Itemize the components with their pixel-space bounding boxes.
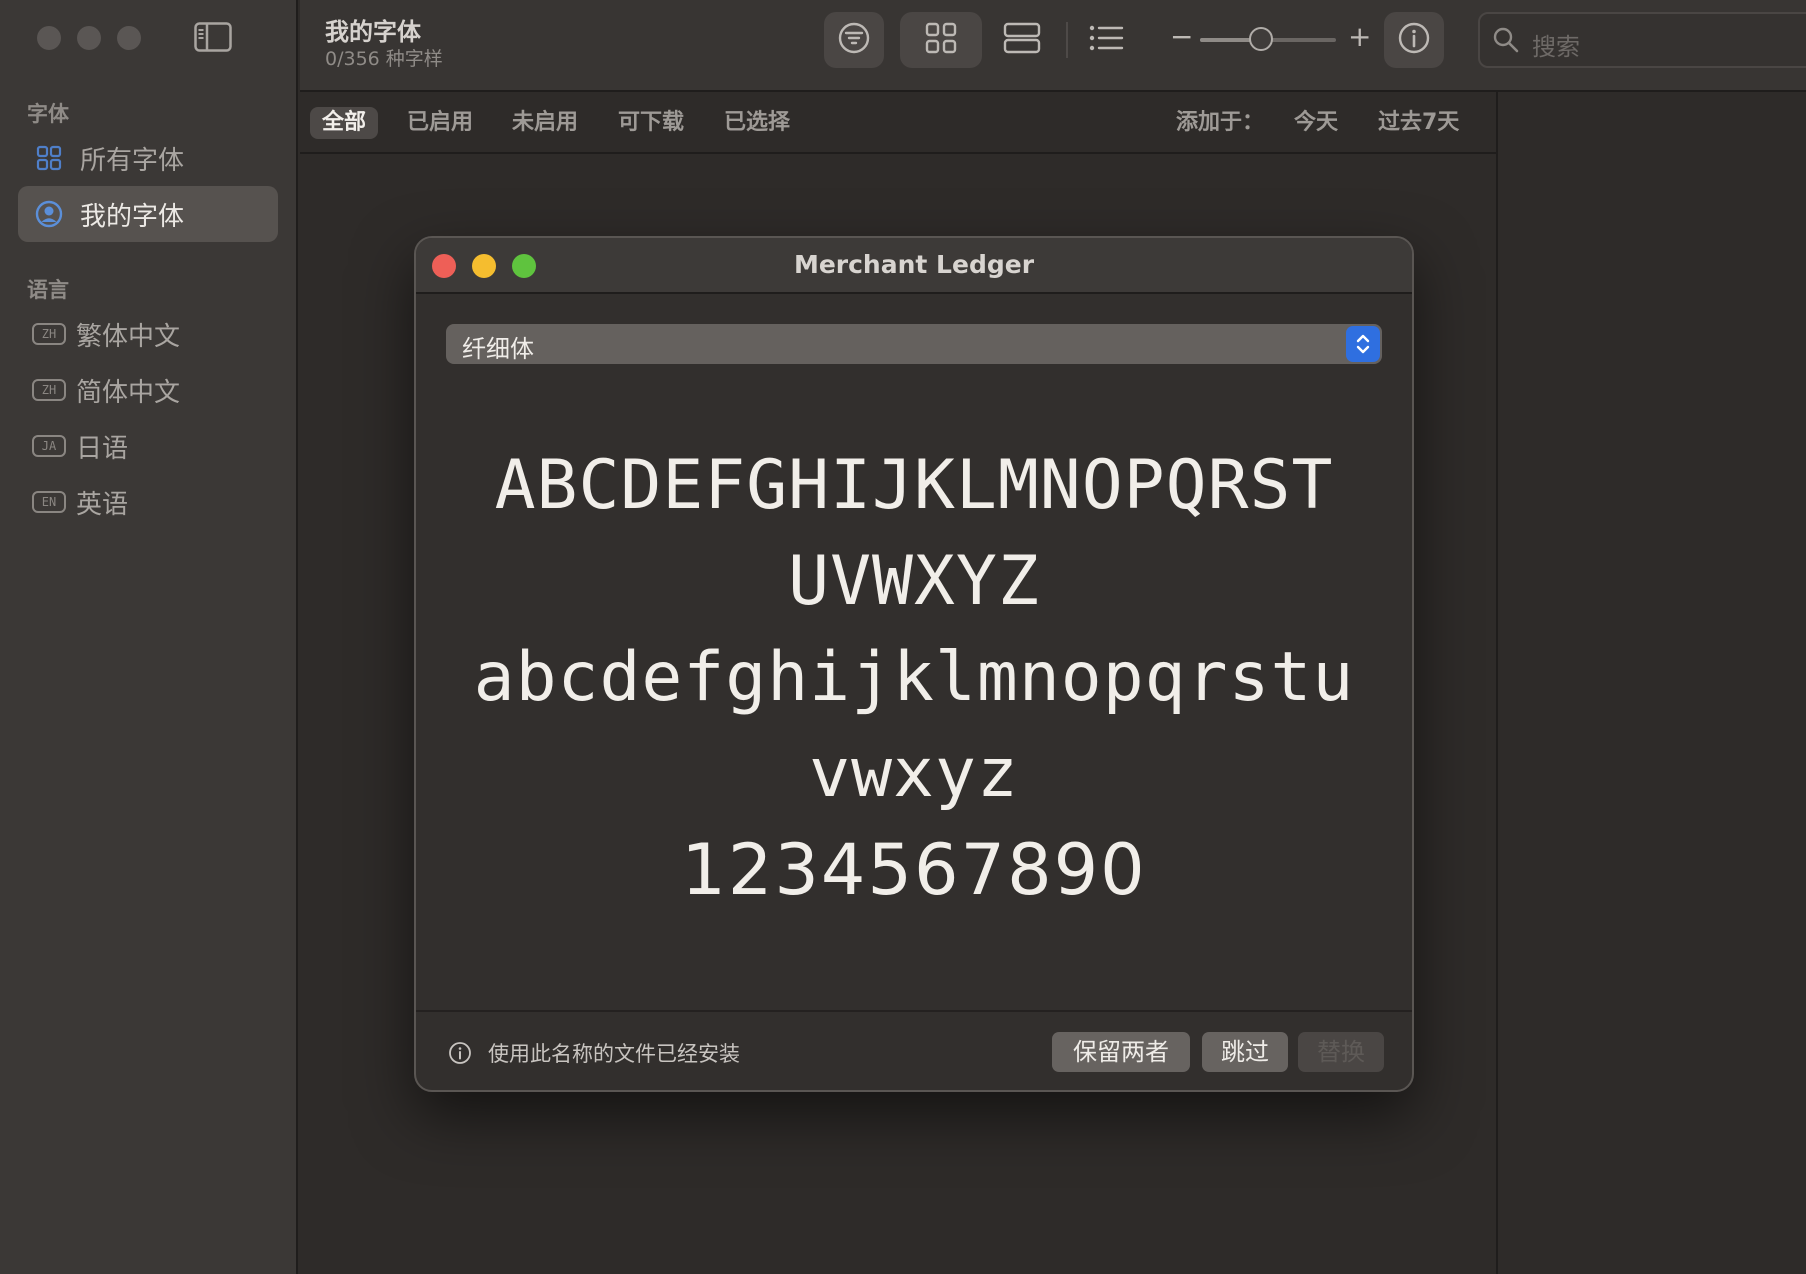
slider-knob[interactable] <box>1249 27 1274 51</box>
sidebar-item-label: 繁体中文 <box>76 321 181 352</box>
keep-both-button[interactable]: 保留两者 <box>1052 1032 1190 1072</box>
sidebar-item-english[interactable]: EN 英语 <box>18 474 278 530</box>
sidebar-item-japanese[interactable]: JA 日语 <box>18 418 278 474</box>
info-button[interactable] <box>1384 12 1444 68</box>
typeface-count: 0/356 种字样 <box>325 48 443 70</box>
search-placeholder: 搜索 <box>1532 33 1580 61</box>
chevron-up-down-icon[interactable] <box>1346 326 1380 362</box>
language-badge: ZH <box>32 379 66 401</box>
sidebar-item-my-fonts[interactable]: 我的字体 <box>18 186 278 242</box>
font-preview: ABCDEFGHIJKLMNOPQRST UVWXYZ abcdefghijkl… <box>446 438 1382 918</box>
filter-bar: 全部 已启用 未启用 可下载 已选择 添加于： 今天 过去7天 <box>300 92 1496 154</box>
dialog-footer-divider <box>416 1010 1412 1012</box>
info-icon <box>448 1041 472 1065</box>
toolbar-divider <box>1066 22 1068 58</box>
grid-view-button[interactable] <box>900 12 982 68</box>
sidebar-item-simplified-chinese[interactable]: ZH 简体中文 <box>18 362 278 418</box>
preview-uppercase-line-2: UVWXYZ <box>788 542 1040 621</box>
strip-view-button[interactable] <box>990 12 1054 68</box>
info-panel <box>1496 92 1806 1274</box>
sidebar: 字体 所有字体 我的字体 语言 ZH 繁体中文 ZH 简体中文 JA 日语 EN… <box>0 0 298 1274</box>
filter-tab-all[interactable]: 全部 <box>310 107 379 139</box>
filter-tab-disabled[interactable]: 未启用 <box>500 107 590 139</box>
preview-uppercase-line-1: ABCDEFGHIJKLMNOPQRST <box>494 446 1334 525</box>
language-badge: EN <box>32 491 66 513</box>
rows-view-icon <box>1003 22 1041 58</box>
search-field[interactable]: 搜索 <box>1478 12 1806 68</box>
user-circle-icon <box>34 199 64 229</box>
window-controls <box>37 26 141 50</box>
language-badge: ZH <box>32 323 66 345</box>
replace-button[interactable]: 替换 <box>1298 1032 1384 1072</box>
zoom-out-button[interactable]: − <box>1170 22 1193 52</box>
filter-tab-selected[interactable]: 已选择 <box>712 107 802 139</box>
sidebar-item-all-fonts[interactable]: 所有字体 <box>18 130 278 186</box>
sidebar-item-label: 简体中文 <box>76 377 181 408</box>
dialog-titlebar: Merchant Ledger <box>416 238 1412 294</box>
info-icon <box>1397 21 1431 59</box>
added-today-option[interactable]: 今天 <box>1282 107 1350 139</box>
language-badge: JA <box>32 435 66 457</box>
font-style-select[interactable]: 纤细体 <box>446 324 1382 364</box>
font-install-dialog: Merchant Ledger 纤细体 ABCDEFGHIJKLMNOPQRST… <box>414 236 1414 1092</box>
dialog-title: Merchant Ledger <box>793 250 1035 279</box>
sidebar-item-label: 日语 <box>76 433 129 464</box>
skip-button[interactable]: 跳过 <box>1202 1032 1288 1072</box>
search-icon <box>1492 26 1520 58</box>
zoom-in-button[interactable]: + <box>1348 22 1371 52</box>
sidebar-toggle-icon[interactable] <box>194 22 232 52</box>
filter-icon <box>837 21 871 59</box>
filter-tab-downloadable[interactable]: 可下载 <box>606 107 696 139</box>
sidebar-item-traditional-chinese[interactable]: ZH 繁体中文 <box>18 306 278 362</box>
grid-icon <box>34 143 64 173</box>
preview-digits: 1234567890 <box>681 829 1147 911</box>
sidebar-item-label: 我的字体 <box>80 201 185 232</box>
toolbar: 我的字体 0/356 种字样 − + 搜索 <box>300 0 1806 92</box>
sidebar-item-label: 英语 <box>76 489 129 520</box>
added-last-7-days-option[interactable]: 过去7天 <box>1366 107 1471 139</box>
close-window-button[interactable] <box>37 26 61 50</box>
filter-tab-enabled[interactable]: 已启用 <box>395 107 485 139</box>
preview-lowercase-line-2: vwxyz <box>809 734 1019 813</box>
zoom-window-button[interactable] <box>117 26 141 50</box>
selected-style: 纤细体 <box>462 335 534 363</box>
minimize-window-button[interactable] <box>77 26 101 50</box>
preview-lowercase-line-1: abcdefghijklmnopqrstu <box>473 638 1355 717</box>
added-on-label: 添加于： <box>1176 110 1265 135</box>
install-warning: 使用此名称的文件已经安装 <box>448 1038 740 1068</box>
section-title-languages: 语言 <box>27 278 69 302</box>
install-warning-text: 使用此名称的文件已经安装 <box>488 1042 740 1066</box>
list-icon <box>1088 23 1124 57</box>
section-title-fonts: 字体 <box>27 102 69 126</box>
window-title: 我的字体 <box>325 18 421 46</box>
sidebar-item-label: 所有字体 <box>80 145 185 176</box>
filter-button[interactable] <box>824 12 884 68</box>
grid-view-icon <box>925 22 957 58</box>
list-view-button[interactable] <box>1076 12 1136 68</box>
